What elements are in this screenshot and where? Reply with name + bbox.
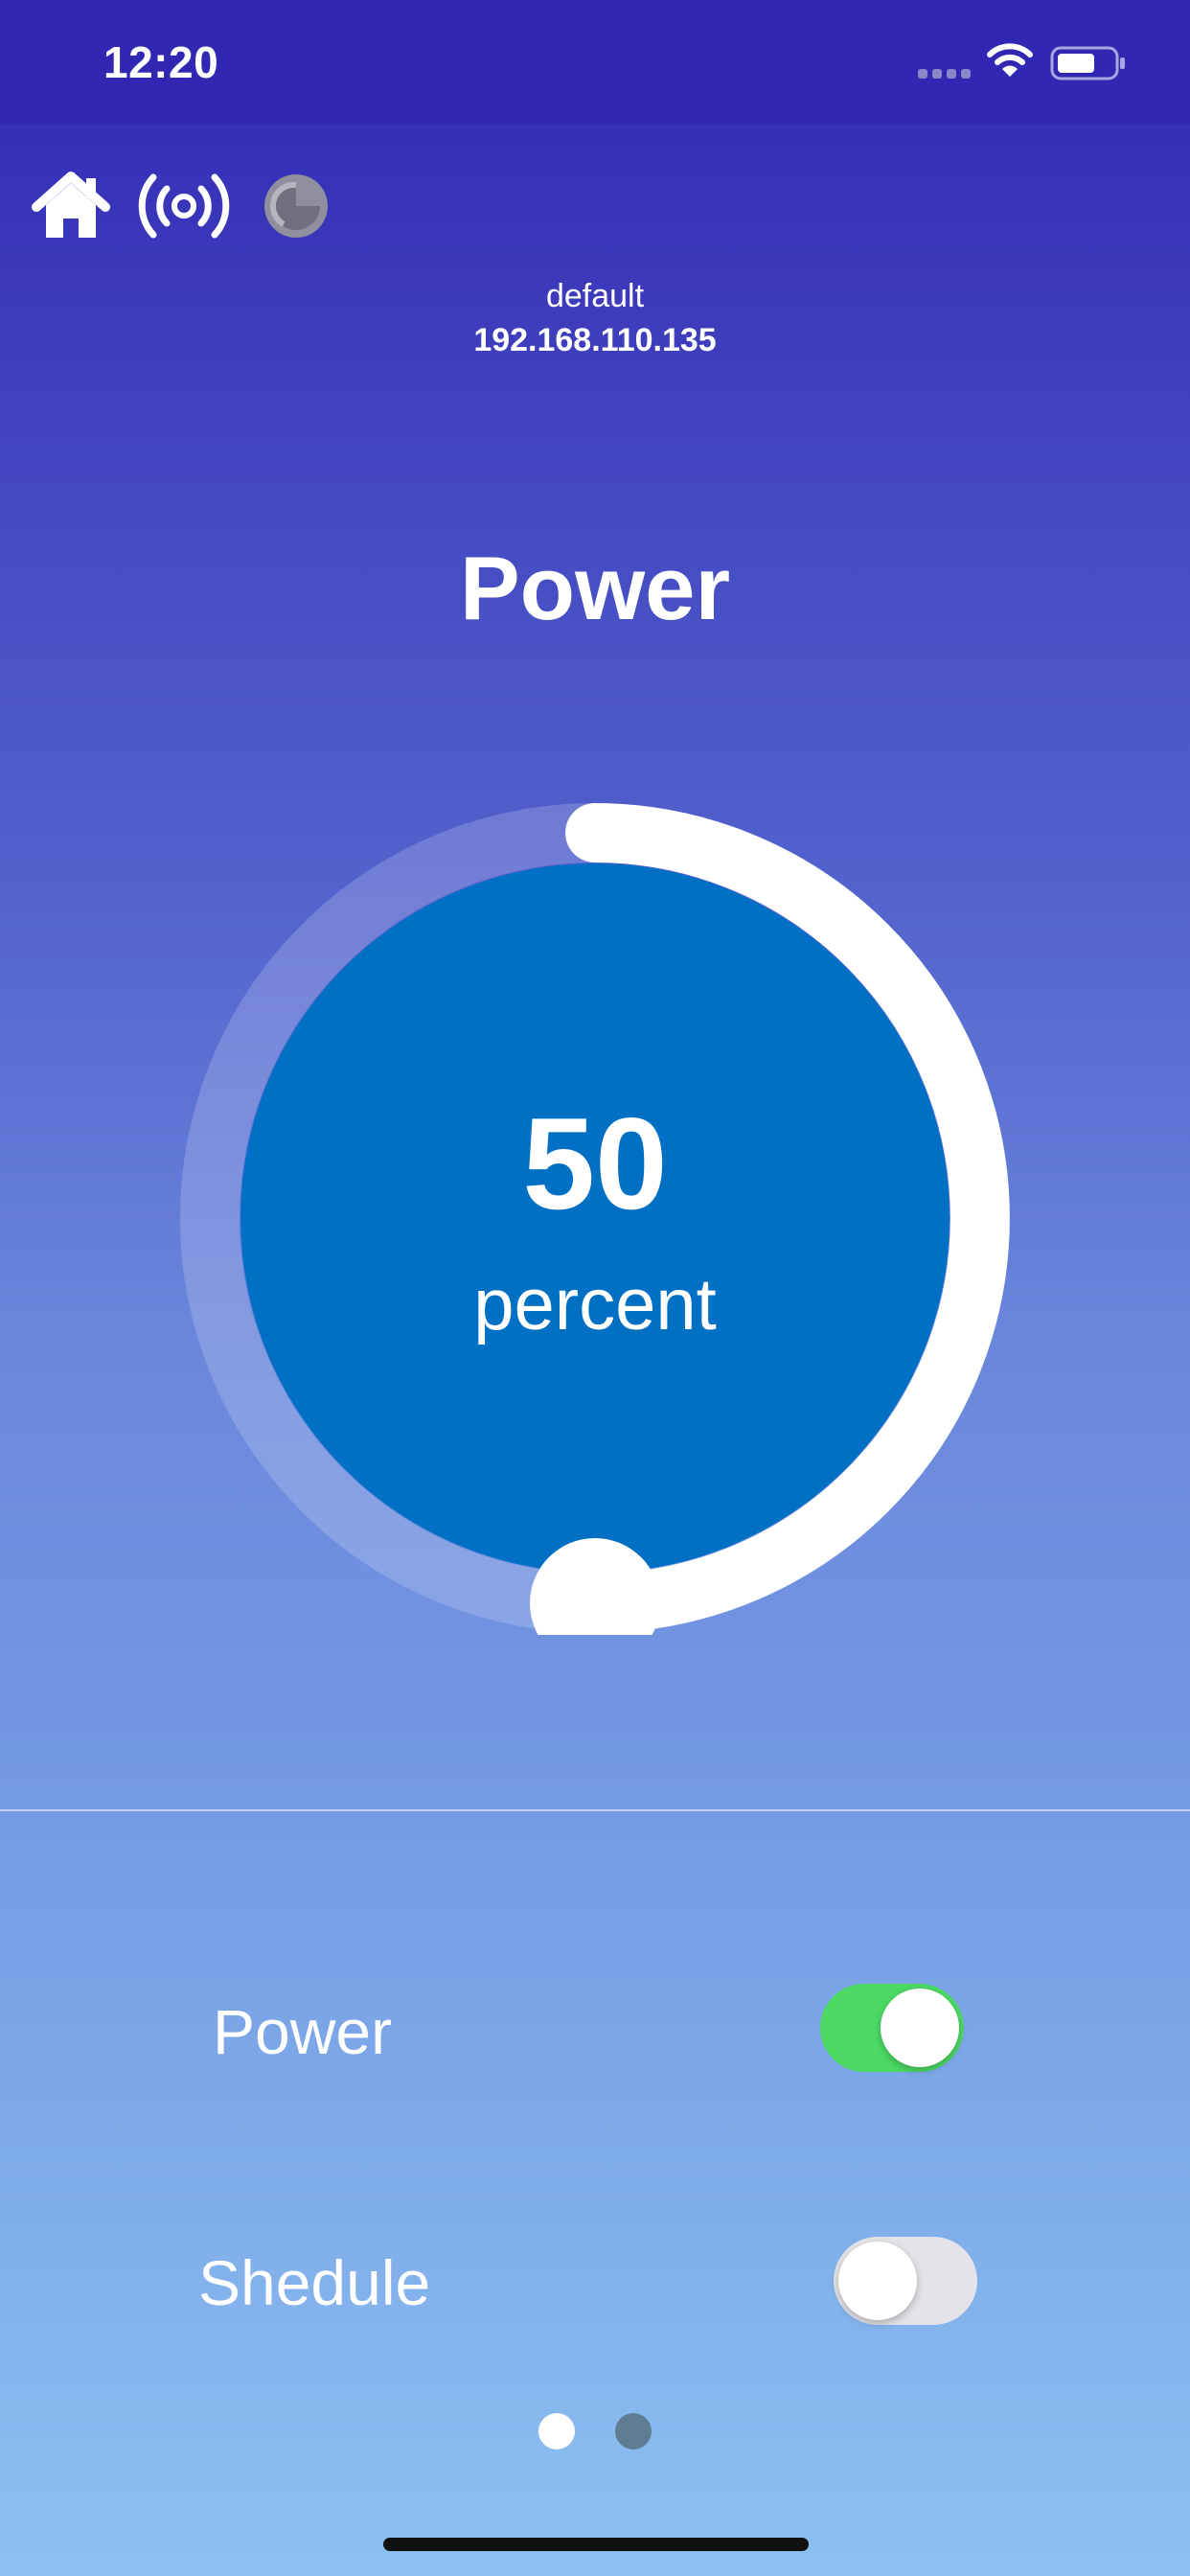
- status-bar: 12:20: [0, 0, 1190, 125]
- toggle-knob: [838, 2242, 917, 2320]
- divider: [0, 1809, 1190, 1811]
- home-indicator[interactable]: [383, 2538, 809, 2551]
- dial-value: 50: [522, 1091, 668, 1236]
- power-dial[interactable]: 50 percent: [178, 801, 1012, 1635]
- page-dot[interactable]: [615, 2413, 652, 2450]
- dial-unit: percent: [473, 1264, 717, 1346]
- loading-spinner-icon: [264, 174, 328, 238]
- page-indicator: [0, 2413, 1190, 2450]
- wifi-icon: [987, 43, 1033, 77]
- page-dot[interactable]: [538, 2413, 575, 2450]
- cellular-signal-icon: [918, 69, 972, 82]
- power-label: Power: [213, 1996, 393, 2067]
- schedule-toggle[interactable]: [834, 2237, 977, 2325]
- device-ip: 192.168.110.135: [473, 322, 717, 358]
- battery-icon: [1050, 46, 1125, 80]
- device-name: default: [545, 278, 645, 314]
- page-title: Power: [459, 538, 731, 638]
- power-toggle[interactable]: [820, 1984, 964, 2072]
- broadcast-icon[interactable]: [134, 171, 234, 242]
- home-icon[interactable]: [31, 171, 111, 242]
- schedule-label: Shedule: [198, 2247, 431, 2318]
- status-time: 12:20: [103, 37, 219, 87]
- toggle-knob: [881, 1989, 959, 2067]
